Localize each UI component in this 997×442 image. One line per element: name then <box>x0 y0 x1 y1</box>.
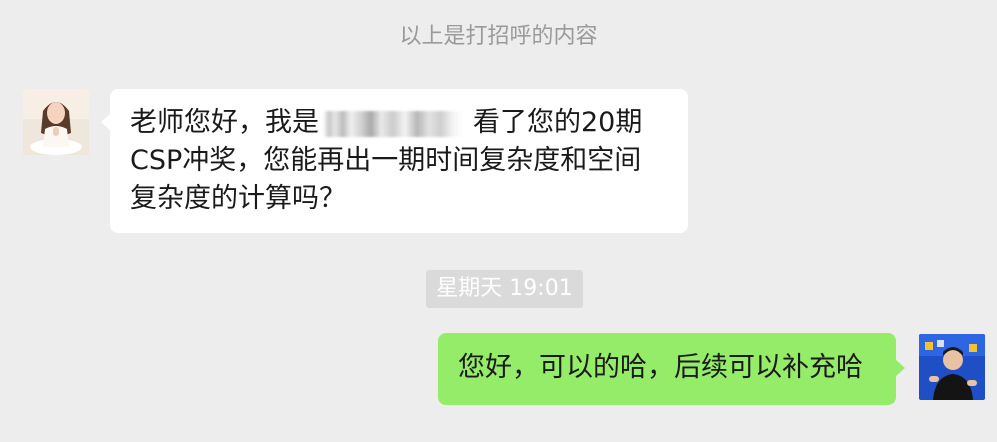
sender-avatar[interactable] <box>23 89 89 155</box>
timestamp-badge: 星期天 19:01 <box>426 270 583 308</box>
incoming-message-bubble[interactable]: 老师您好，我是 看了您的20期CSP冲奖，您能再出一期时间复杂度和空间复杂度的计算… <box>101 89 688 233</box>
redacted-name <box>323 110 463 137</box>
self-avatar-image <box>919 334 985 400</box>
sender-avatar-image <box>23 89 89 155</box>
incoming-message-text-start: 老师您好，我是 <box>130 107 319 138</box>
outgoing-message-text: 您好，可以的哈，后续可以补充哈 <box>458 352 863 383</box>
self-avatar[interactable] <box>919 334 985 400</box>
outgoing-message-bubble[interactable]: 您好，可以的哈，后续可以补充哈 <box>438 333 905 405</box>
system-note: 以上是打招呼的内容 <box>399 24 598 49</box>
